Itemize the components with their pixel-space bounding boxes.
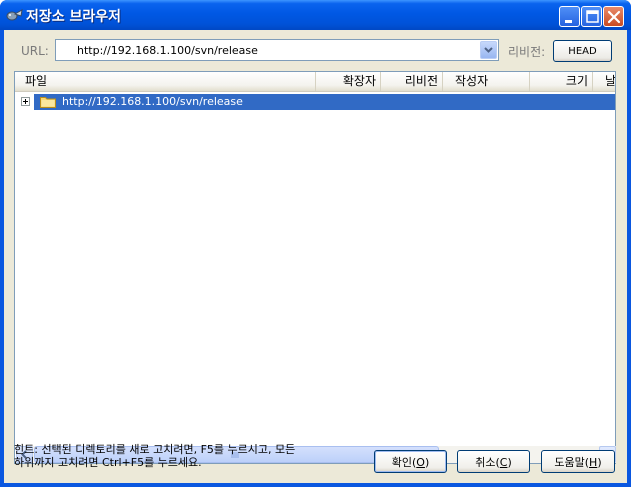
minimize-button[interactable] bbox=[559, 6, 580, 27]
list-header: 파일 확장자 리비전 작성자 크기 날 bbox=[15, 72, 615, 92]
repository-list-view[interactable]: 파일 확장자 리비전 작성자 크기 날 http://192.168.1.100… bbox=[14, 71, 616, 464]
list-item-label: http://192.168.1.100/svn/release bbox=[62, 95, 243, 108]
window-title: 저장소 브라우저 bbox=[26, 9, 122, 25]
ok-button[interactable]: 확인(O) bbox=[374, 450, 447, 473]
repository-browser-window: 저장소 브라우저 URL: 리비 bbox=[0, 0, 631, 487]
dialog-body: URL: 리비전: HEAD 파일 확장자 리비전 작성자 크기 날 bbox=[4, 30, 627, 483]
revision-label: 리비전: bbox=[508, 45, 546, 59]
column-header-file[interactable]: 파일 bbox=[15, 72, 316, 91]
maximize-button[interactable] bbox=[581, 6, 602, 27]
hint-text: 힌트: 선택된 디렉토리를 새로 고치려면, F5를 누르시고, 모든 하위까지… bbox=[14, 443, 344, 469]
close-button[interactable] bbox=[603, 6, 624, 27]
url-combobox[interactable] bbox=[55, 39, 499, 61]
column-header-date[interactable]: 날 bbox=[593, 72, 615, 91]
url-input[interactable] bbox=[56, 40, 480, 60]
revision-head-button[interactable]: HEAD bbox=[553, 40, 612, 62]
tree-expander[interactable] bbox=[21, 97, 30, 106]
plus-icon bbox=[23, 99, 28, 104]
titlebar[interactable]: 저장소 브라우저 bbox=[0, 0, 631, 30]
close-icon bbox=[607, 10, 621, 24]
maximize-icon bbox=[586, 10, 599, 23]
cancel-button[interactable]: 취소(C) bbox=[457, 450, 530, 473]
chevron-down-icon bbox=[484, 47, 493, 53]
help-button[interactable]: 도움말(H) bbox=[541, 450, 615, 473]
folder-icon bbox=[40, 97, 56, 108]
minimize-icon bbox=[565, 20, 572, 23]
column-header-size[interactable]: 크기 bbox=[530, 72, 593, 91]
repo-browser-icon bbox=[6, 9, 23, 21]
column-header-revision[interactable]: 리비전 bbox=[381, 72, 443, 91]
column-header-extension[interactable]: 확장자 bbox=[316, 72, 381, 91]
url-label: URL: bbox=[21, 44, 49, 58]
url-dropdown-button[interactable] bbox=[480, 41, 497, 59]
hint-line-2: 하위까지 고치려면 Ctrl+F5를 누르세요. bbox=[14, 456, 202, 469]
hint-line-1: 힌트: 선택된 디렉토리를 새로 고치려면, F5를 누르시고, 모든 bbox=[14, 443, 296, 456]
column-header-author[interactable]: 작성자 bbox=[443, 72, 530, 91]
